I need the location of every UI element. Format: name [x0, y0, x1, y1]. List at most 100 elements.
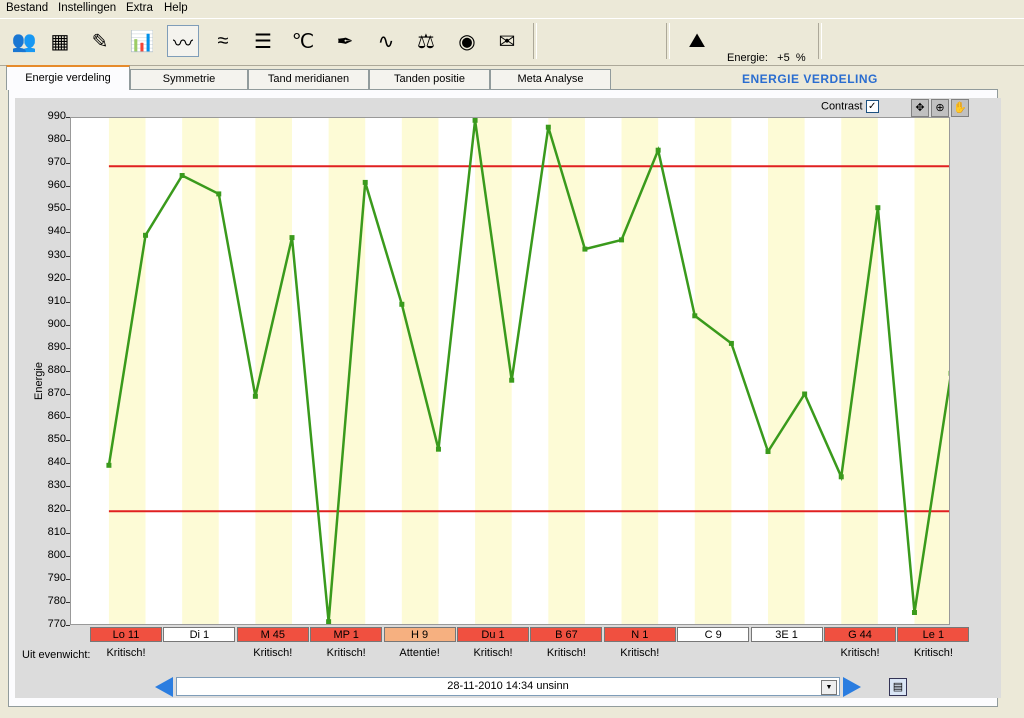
bar-chart-icon[interactable]: 📊 — [126, 25, 158, 57]
contrast-toggle[interactable]: Contrast ✓ — [821, 100, 879, 113]
data-point[interactable] — [619, 237, 625, 243]
ruler-icon[interactable]: ✎ — [84, 25, 116, 57]
chart-tools: ✥ ⊕ ✋ — [911, 99, 969, 117]
group-chip[interactable]: Lo 11 — [90, 627, 162, 642]
list-icon[interactable]: ▤ — [889, 678, 907, 696]
group-chip[interactable]: B 67 — [530, 627, 603, 642]
data-point[interactable] — [948, 370, 950, 376]
y-tick-label: 910 — [47, 294, 66, 307]
outside-label: Uit evenwicht: — [22, 649, 91, 661]
y-tick-label: 970 — [47, 156, 66, 169]
contrast-checkbox[interactable]: ✓ — [865, 100, 879, 113]
data-point[interactable] — [399, 301, 405, 307]
y-tick-label: 830 — [47, 479, 66, 492]
data-point[interactable] — [289, 235, 295, 241]
y-tick-label: 890 — [47, 340, 66, 353]
y-tick-label: 920 — [47, 271, 66, 284]
data-point[interactable] — [875, 205, 881, 211]
energy-series-line — [107, 120, 949, 622]
y-tick-label: 870 — [47, 387, 66, 400]
tab-tand-meridianen[interactable]: Tand meridianen — [248, 69, 369, 89]
multi-line-icon[interactable]: ≈ — [207, 25, 239, 57]
energie-label: Energie: — [727, 52, 768, 64]
scale-icon[interactable]: ⚖ — [410, 25, 442, 57]
table-icon[interactable]: ▦ — [44, 25, 76, 57]
tab-energie-verdeling[interactable]: Energie verdeling — [6, 65, 130, 90]
group-chip[interactable]: MP 1 — [310, 627, 383, 642]
y-tick-label: 990 — [47, 110, 66, 122]
data-point[interactable] — [692, 313, 698, 319]
y-tick-label: 820 — [47, 502, 66, 515]
group-chip[interactable]: H 9 — [383, 627, 456, 642]
contrast-label: Contrast — [821, 100, 863, 113]
next-arrow-icon[interactable] — [843, 677, 861, 697]
toolbar-separator — [818, 23, 822, 59]
data-point[interactable] — [326, 619, 332, 624]
y-tick-label: 770 — [47, 618, 66, 630]
data-point[interactable] — [545, 124, 551, 130]
group-chip[interactable]: Di 1 — [163, 627, 236, 642]
users-icon[interactable]: 👥 — [8, 25, 40, 57]
data-point[interactable] — [435, 446, 441, 452]
group-chip[interactable]: N 1 — [603, 627, 676, 642]
y-tick-label: 950 — [47, 202, 66, 215]
group-chip[interactable]: C 9 — [677, 627, 750, 642]
y-tick-label: 940 — [47, 225, 66, 238]
temperature-icon[interactable]: ℃ — [287, 25, 319, 57]
data-point[interactable] — [252, 393, 258, 399]
data-point[interactable] — [106, 462, 112, 468]
data-point[interactable] — [911, 610, 917, 615]
data-point[interactable] — [362, 179, 368, 185]
data-point[interactable] — [582, 246, 588, 252]
menu-extra[interactable]: Extra — [126, 2, 153, 14]
energie-readout: Energie: +5 % — [727, 52, 806, 64]
wave-icon[interactable]: ∿ — [370, 25, 402, 57]
data-point[interactable] — [509, 377, 515, 383]
data-point[interactable] — [143, 232, 149, 238]
zoom-icon[interactable]: ⊕ — [931, 99, 949, 117]
menu-instellingen[interactable]: Instellingen — [58, 2, 116, 14]
session-select[interactable]: 28-11-2010 14:34 unsinn ▼ — [176, 677, 840, 696]
session-value: 28-11-2010 14:34 unsinn — [447, 680, 569, 692]
landscape-icon[interactable]: ⛰ — [681, 25, 713, 57]
data-point[interactable] — [765, 449, 771, 454]
dial-icon[interactable]: ◉ — [451, 25, 483, 57]
group-status: Attentie! — [399, 647, 440, 659]
y-tick-label: 980 — [47, 133, 66, 146]
data-point[interactable] — [802, 391, 808, 397]
data-point[interactable] — [838, 474, 844, 480]
toolbar-separator — [533, 23, 537, 59]
y-tick-label: 840 — [47, 456, 66, 469]
group-chip[interactable]: 3E 1 — [750, 627, 823, 642]
menu-help[interactable]: Help — [164, 2, 188, 14]
group-chip[interactable]: G 44 — [824, 627, 896, 642]
tab-symmetrie[interactable]: Symmetrie — [130, 69, 248, 89]
data-point[interactable] — [216, 191, 222, 197]
tab-meta-analyse[interactable]: Meta Analyse — [490, 69, 611, 89]
menu-bestand[interactable]: Bestand — [6, 2, 48, 14]
chevron-down-icon[interactable]: ▼ — [821, 680, 837, 695]
group-status: Kritisch! — [326, 647, 366, 659]
group-status: Kritisch! — [620, 647, 660, 659]
line-chart-icon[interactable]: 〰 — [167, 25, 199, 57]
group-chip[interactable]: M 45 — [236, 627, 309, 642]
y-tick-label: 930 — [47, 248, 66, 261]
data-point[interactable] — [472, 118, 478, 123]
group-status: Kritisch! — [913, 647, 953, 659]
group-chip[interactable]: Le 1 — [897, 627, 970, 642]
envelope-icon[interactable]: ✉ — [491, 25, 523, 57]
data-point[interactable] — [655, 147, 661, 153]
data-point[interactable] — [179, 173, 185, 178]
group-chip[interactable]: Du 1 — [457, 627, 529, 642]
energie-unit: % — [795, 52, 806, 64]
needle-icon[interactable]: ✒ — [329, 25, 361, 57]
bars-eq-icon[interactable]: ☰ — [247, 25, 279, 57]
section-title: ENERGIE VERDELING — [742, 72, 878, 86]
move-icon[interactable]: ✥ — [911, 99, 929, 117]
group-status: Kritisch! — [253, 647, 293, 659]
energie-value: +5 — [777, 52, 790, 64]
data-point[interactable] — [728, 340, 734, 346]
tab-tanden-positie[interactable]: Tanden positie — [369, 69, 490, 89]
previous-arrow-icon[interactable] — [155, 677, 173, 697]
hand-icon[interactable]: ✋ — [951, 99, 969, 117]
